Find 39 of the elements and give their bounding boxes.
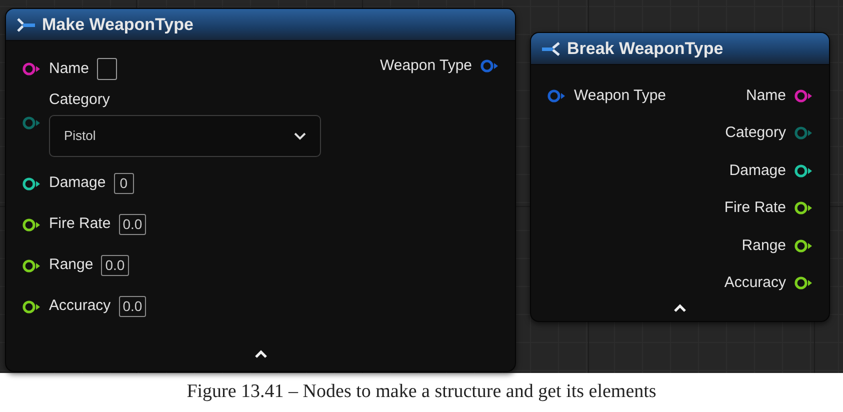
pin-icon[interactable]	[794, 201, 813, 216]
pin-label: Range	[742, 236, 786, 256]
split-icon	[541, 40, 561, 58]
collapse-icon[interactable]	[254, 350, 268, 359]
merge-icon	[16, 16, 36, 34]
checkbox[interactable]	[97, 58, 118, 80]
pin-label: Fire Rate	[724, 198, 786, 218]
value-field[interactable]: 0.0	[118, 296, 146, 317]
pin-icon[interactable]	[22, 258, 41, 272]
pin-label: Category	[725, 123, 786, 143]
node-title: Break WeaponType	[567, 38, 724, 60]
category-dropdown[interactable]: Pistol	[49, 114, 321, 156]
pin-label: Name	[49, 58, 90, 79]
pin-label: Range	[49, 255, 94, 276]
value-field[interactable]: 0	[114, 173, 134, 194]
pin-label: Name	[746, 86, 786, 106]
value-field[interactable]: 0.0	[118, 214, 146, 235]
pin-label: Weapon Type	[574, 86, 666, 106]
dropdown-value: Pistol	[64, 126, 96, 145]
pin-icon[interactable]	[22, 300, 41, 314]
pin-icon[interactable]	[794, 164, 813, 178]
value-field[interactable]: 0.0	[101, 255, 129, 276]
pin-label: Accuracy	[724, 273, 786, 293]
pin-icon[interactable]	[794, 238, 813, 253]
pin-label: Damage	[49, 173, 106, 194]
pin-icon[interactable]	[794, 276, 813, 290]
pin-label: Damage	[729, 160, 786, 180]
pin-icon[interactable]	[794, 88, 813, 103]
pin-icon[interactable]	[22, 176, 41, 190]
pin-label: Category	[49, 90, 111, 110]
pin-label: Fire Rate	[49, 214, 111, 234]
pin-icon[interactable]	[22, 62, 41, 76]
collapse-icon[interactable]	[673, 304, 687, 313]
chevron-down-icon	[294, 132, 306, 140]
pin-label: Weapon Type	[380, 56, 472, 76]
pin-label: Accuracy	[49, 296, 111, 316]
node-title: Make WeaponType	[42, 14, 194, 36]
pin-icon[interactable]	[22, 218, 41, 232]
figure-caption: Figure 13.41 – Nodes to make a structure and get its elements	[186, 380, 658, 404]
